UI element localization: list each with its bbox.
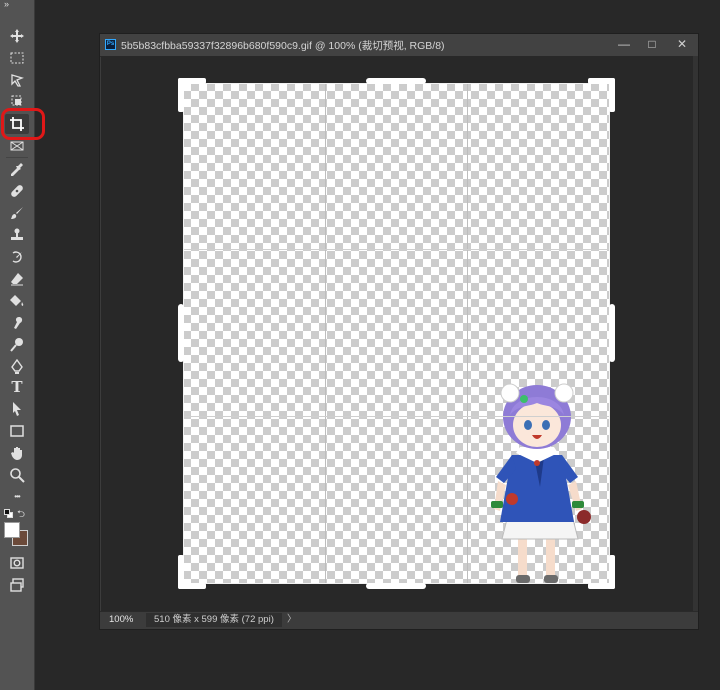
minimize-icon: — xyxy=(618,37,630,51)
path-select-icon xyxy=(13,402,21,416)
zoom-level[interactable]: 100% xyxy=(104,613,142,627)
default-colors-icon[interactable] xyxy=(4,509,13,518)
close-button[interactable]: ✕ xyxy=(668,34,696,54)
stamp-tool[interactable] xyxy=(5,225,29,245)
eyedropper-tool[interactable] xyxy=(5,159,29,179)
type-tool[interactable]: T xyxy=(5,377,29,397)
collapse-panel-button[interactable]: » xyxy=(4,0,9,9)
photoshop-icon: Ps xyxy=(105,39,116,50)
crop-handle-right[interactable] xyxy=(609,304,615,362)
bandage-icon xyxy=(11,185,23,197)
zoom-icon xyxy=(10,468,25,483)
crop-handle-top-left-v[interactable] xyxy=(178,78,184,112)
foreground-color-swatch[interactable] xyxy=(4,522,20,538)
document-title: 5b5b83cfbba59337f32896b680f590c9.gif @ 1… xyxy=(121,40,445,52)
history-brush-icon xyxy=(12,251,22,263)
shape-tool[interactable] xyxy=(5,421,29,441)
screen-mode-button[interactable] xyxy=(5,575,29,595)
close-icon: ✕ xyxy=(676,37,688,51)
maximize-button[interactable]: □ xyxy=(638,34,666,54)
frame-tool[interactable] xyxy=(5,136,29,156)
stamp-icon xyxy=(11,228,23,240)
document-titlebar[interactable]: Ps 5b5b83cfbba59337f32896b680f590c9.gif … xyxy=(100,34,698,57)
crop-handle-top-right-v[interactable] xyxy=(609,78,615,112)
crop-handle-top[interactable] xyxy=(366,78,426,84)
smudge-icon xyxy=(14,317,23,329)
pen-tool[interactable] xyxy=(5,357,29,377)
dodge-tool[interactable] xyxy=(5,335,29,355)
vertical-scrollbar[interactable] xyxy=(693,56,698,612)
zoom-tool[interactable] xyxy=(5,465,29,485)
tools-panel: » T ••• ⮌ xyxy=(0,0,45,690)
more-icon: ••• xyxy=(14,491,20,501)
document-size-info: 510 像素 x 599 像素 (72 ppi) xyxy=(146,613,282,627)
dodge-icon xyxy=(10,338,23,352)
crop-handle-bottom-right-v[interactable] xyxy=(609,555,615,589)
eraser-tool[interactable] xyxy=(5,269,29,289)
path-select-tool[interactable] xyxy=(5,399,29,419)
crop-bounding-box[interactable] xyxy=(183,83,610,584)
type-icon: T xyxy=(11,378,23,396)
hand-tool[interactable] xyxy=(5,443,29,463)
move-tool[interactable] xyxy=(5,26,29,46)
lasso-icon xyxy=(11,74,24,87)
marquee-tool[interactable] xyxy=(5,48,29,68)
hand-icon xyxy=(11,447,22,460)
crop-handle-bottom-left-v[interactable] xyxy=(178,555,184,589)
move-icon xyxy=(10,29,24,43)
rect-marquee-icon xyxy=(10,52,24,64)
paint-bucket-icon xyxy=(10,295,24,306)
crop-handle-bottom[interactable] xyxy=(366,583,426,589)
brush-icon xyxy=(11,207,23,219)
quick-mask-icon xyxy=(10,557,24,569)
status-menu-arrow-icon[interactable]: 〉 xyxy=(287,613,297,627)
healing-tool[interactable] xyxy=(5,181,29,201)
maximize-icon: □ xyxy=(648,37,656,51)
status-bar: 100% 510 像素 x 599 像素 (72 ppi) 〉 xyxy=(100,611,698,629)
minimize-button[interactable]: — xyxy=(610,34,638,54)
pen-icon xyxy=(11,359,23,374)
screen-mode-icon xyxy=(10,578,24,592)
frame-icon xyxy=(10,141,24,151)
crop-handle-left[interactable] xyxy=(178,304,184,362)
lasso-tool[interactable] xyxy=(5,70,29,90)
more-tools-button[interactable]: ••• xyxy=(5,486,29,506)
rectangle-icon xyxy=(10,425,24,437)
brush-tool[interactable] xyxy=(5,203,29,223)
eyedropper-icon xyxy=(11,163,23,176)
smudge-tool[interactable] xyxy=(5,313,29,333)
history-brush-tool[interactable] xyxy=(5,247,29,267)
eraser-icon xyxy=(11,273,23,286)
paint-bucket-tool[interactable] xyxy=(5,291,29,311)
quick-mask-button[interactable] xyxy=(5,553,29,573)
